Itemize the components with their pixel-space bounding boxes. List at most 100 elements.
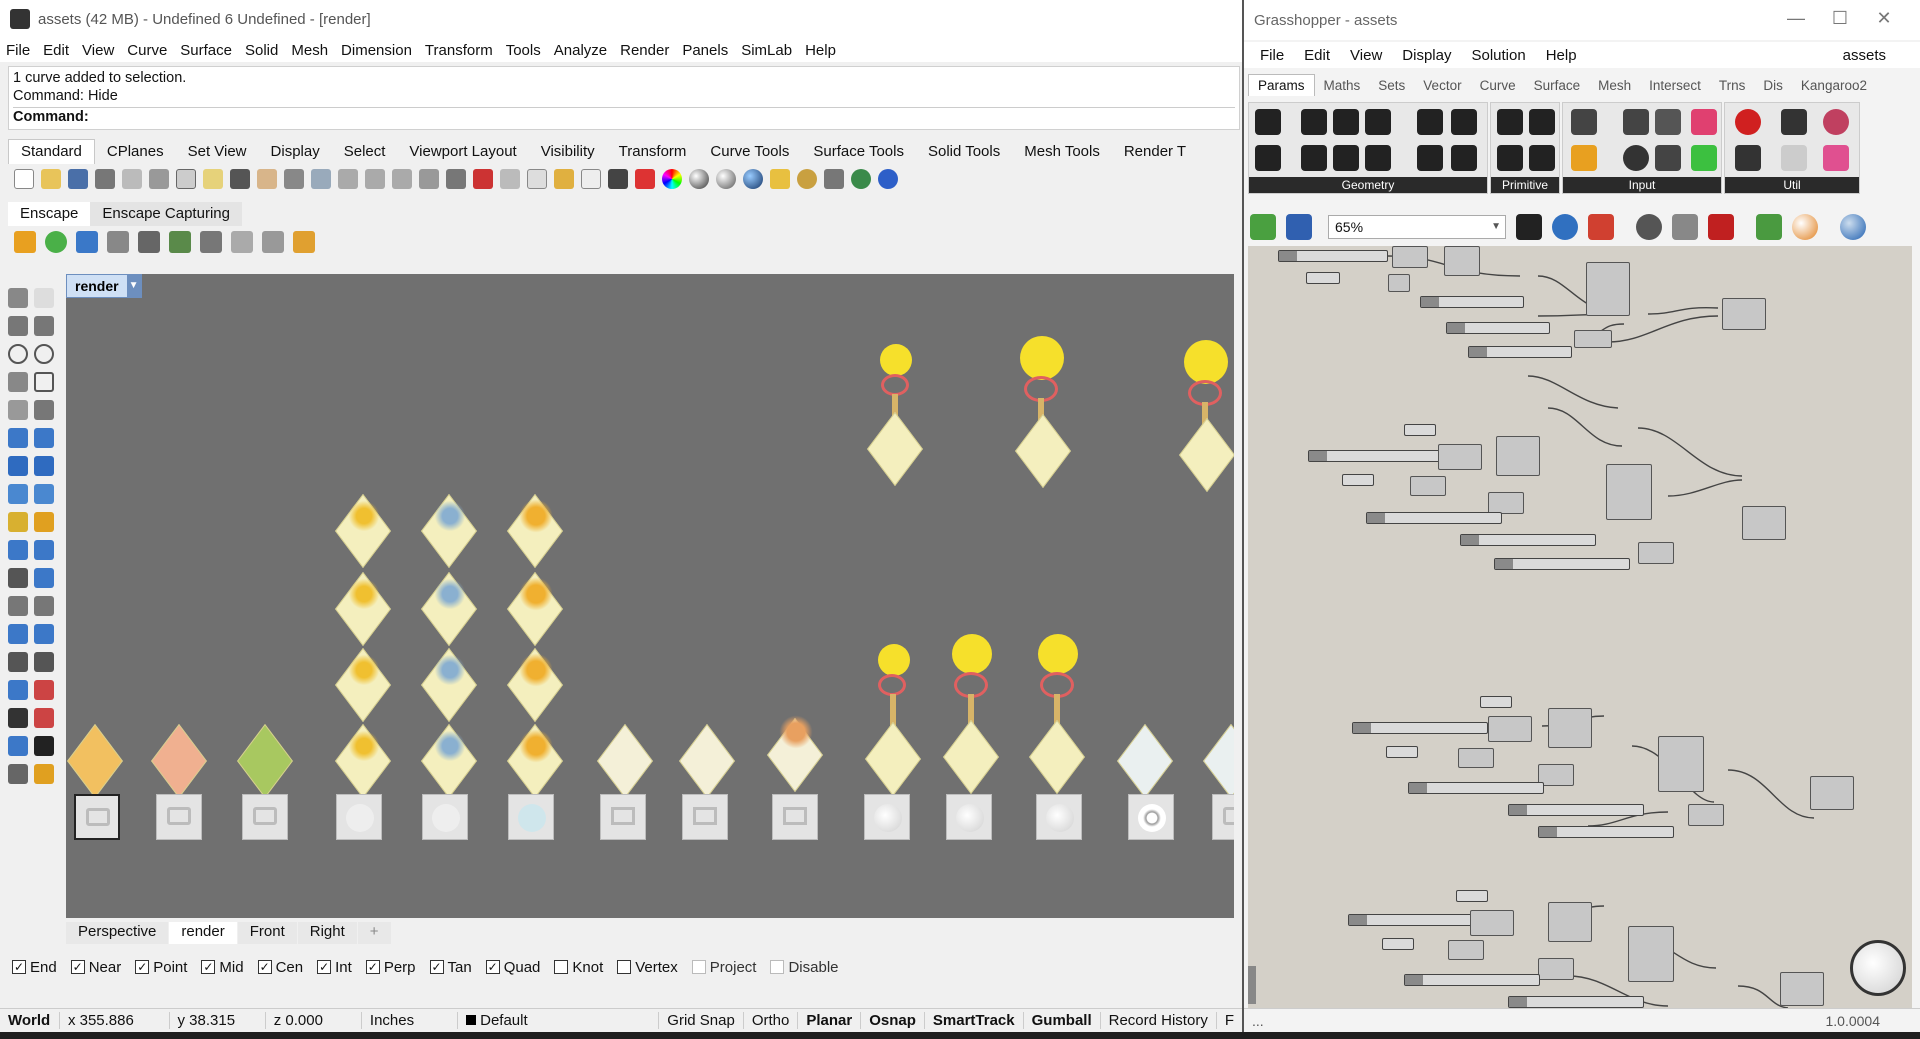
asset-object[interactable] — [596, 723, 656, 799]
gh-number-slider[interactable] — [1508, 804, 1644, 816]
gh-tab-params[interactable]: Params — [1248, 74, 1315, 96]
align-icon[interactable] — [8, 652, 28, 672]
gh-number-slider[interactable] — [1382, 938, 1414, 950]
gh-param-icon[interactable] — [1623, 145, 1649, 171]
gh-param-icon[interactable] — [1655, 109, 1681, 135]
undo-view-icon[interactable] — [419, 169, 439, 189]
osnap-disable[interactable]: Disable — [770, 959, 839, 976]
figure-object[interactable] — [420, 723, 480, 799]
close-icon[interactable]: ✕ — [1862, 8, 1906, 29]
gh-param-icon[interactable] — [1655, 145, 1681, 171]
gh-component[interactable] — [1742, 506, 1786, 540]
zoom-selected-icon[interactable] — [392, 169, 412, 189]
command-prompt[interactable]: Command: — [13, 107, 1235, 126]
menu-curve[interactable]: Curve — [127, 42, 167, 59]
gh-component[interactable] — [1688, 804, 1724, 826]
gh-component[interactable] — [1574, 330, 1612, 348]
gh-component[interactable] — [1444, 246, 1480, 276]
mirror-icon[interactable] — [34, 652, 54, 672]
cherry-icon[interactable] — [1735, 109, 1761, 135]
osnap-vertex[interactable]: Vertex — [617, 959, 678, 976]
gh-param-icon[interactable] — [1417, 145, 1443, 171]
gh-tab-maths[interactable]: Maths — [1315, 75, 1370, 96]
fillet-icon[interactable] — [8, 596, 28, 616]
gh-component[interactable] — [1548, 902, 1592, 942]
preview-mesh-icon[interactable] — [1756, 214, 1782, 240]
material-sphere-icon[interactable] — [1792, 214, 1818, 240]
color-wheel-icon[interactable] — [662, 169, 682, 189]
cut-icon[interactable] — [149, 169, 169, 189]
menu-surface[interactable]: Surface — [180, 42, 232, 59]
asset-object[interactable] — [66, 723, 126, 799]
tab-curve-tools[interactable]: Curve Tools — [698, 140, 801, 164]
asset-thumbnail[interactable] — [864, 794, 910, 840]
gh-component[interactable] — [1548, 708, 1592, 748]
gh-param-icon[interactable] — [1529, 145, 1555, 171]
arrow-right-icon[interactable] — [1781, 109, 1807, 135]
tab-enscape-capturing[interactable]: Enscape Capturing — [90, 202, 242, 226]
blue-sphere-icon[interactable] — [743, 169, 763, 189]
checkbox[interactable]: ✓ — [257, 960, 272, 974]
menu-transform[interactable]: Transform — [425, 42, 493, 59]
checkbox[interactable] — [770, 960, 785, 974]
grid-snap-toggle[interactable]: Grid Snap — [659, 1012, 744, 1029]
four-viewports-icon[interactable] — [446, 169, 466, 189]
tab-solid-tools[interactable]: Solid Tools — [916, 140, 1012, 164]
asset-thumbnail[interactable] — [1036, 794, 1082, 840]
flask-icon[interactable] — [1823, 145, 1849, 171]
gh-param-icon[interactable] — [1571, 109, 1597, 135]
units-status[interactable]: Inches — [362, 1012, 459, 1029]
gh-component[interactable] — [1496, 436, 1540, 476]
enscape-info-icon[interactable] — [293, 231, 315, 253]
asset-thumbnail[interactable] — [772, 794, 818, 840]
asset-object[interactable] — [766, 714, 826, 793]
print-icon[interactable] — [95, 169, 115, 189]
gh-component[interactable] — [1438, 444, 1482, 470]
preview-selected-icon[interactable] — [1708, 214, 1734, 240]
asset-thumbnail[interactable] — [1212, 794, 1234, 840]
analyze-icon[interactable] — [8, 736, 28, 756]
asset-thumbnail[interactable] — [682, 794, 728, 840]
gh-component[interactable] — [1488, 716, 1532, 742]
gh-menu-help[interactable]: Help — [1546, 47, 1577, 64]
asset-thumbnail[interactable] — [600, 794, 646, 840]
gumball-toggle[interactable]: Gumball — [1024, 1012, 1101, 1029]
asset-thumbnail[interactable] — [336, 794, 382, 840]
viewport-title[interactable]: render ▼ — [66, 274, 142, 298]
gh-group-label[interactable]: Primitive — [1491, 177, 1559, 193]
offset-icon[interactable] — [34, 596, 54, 616]
boolean-icon[interactable] — [8, 680, 28, 700]
surface-tools-icon[interactable] — [34, 428, 54, 448]
gh-param-icon[interactable] — [1301, 109, 1327, 135]
gh-param-icon[interactable] — [1497, 109, 1523, 135]
material-icon[interactable] — [716, 169, 736, 189]
figure-object[interactable] — [420, 571, 480, 647]
asset-thumbnail[interactable] — [242, 794, 288, 840]
checkbox[interactable] — [554, 960, 569, 974]
arrow-outline-icon[interactable] — [1781, 145, 1807, 171]
osnap-int[interactable]: ✓ Int — [317, 959, 352, 976]
rotate-view-icon[interactable] — [284, 169, 304, 189]
dimension-icon[interactable] — [824, 169, 844, 189]
enscape-settings-icon[interactable] — [200, 231, 222, 253]
select-arrow-icon[interactable] — [8, 288, 28, 308]
viewport-render[interactable]: render ▼ — [66, 274, 1234, 918]
car-icon[interactable] — [473, 169, 493, 189]
menu-simlab[interactable]: SimLab — [741, 42, 792, 59]
plane-icon[interactable] — [500, 169, 520, 189]
gh-solver-icon[interactable] — [1850, 940, 1906, 996]
polygon-icon[interactable] — [8, 372, 28, 392]
gh-number-slider[interactable] — [1348, 914, 1484, 926]
figure-object[interactable] — [420, 647, 480, 723]
gh-number-slider[interactable] — [1308, 450, 1444, 462]
osnap-quad[interactable]: ✓ Quad — [485, 959, 540, 976]
gh-number-slider[interactable] — [1480, 696, 1512, 708]
gh-component[interactable] — [1488, 492, 1524, 514]
surface-icon[interactable] — [8, 428, 28, 448]
gh-tab-mesh[interactable]: Mesh — [1589, 75, 1640, 96]
figure-object[interactable] — [506, 571, 566, 647]
lock-icon[interactable] — [608, 169, 628, 189]
lamp-object[interactable] — [938, 634, 1008, 795]
enscape-start-icon[interactable] — [14, 231, 36, 253]
tab-mesh-tools[interactable]: Mesh Tools — [1012, 140, 1112, 164]
